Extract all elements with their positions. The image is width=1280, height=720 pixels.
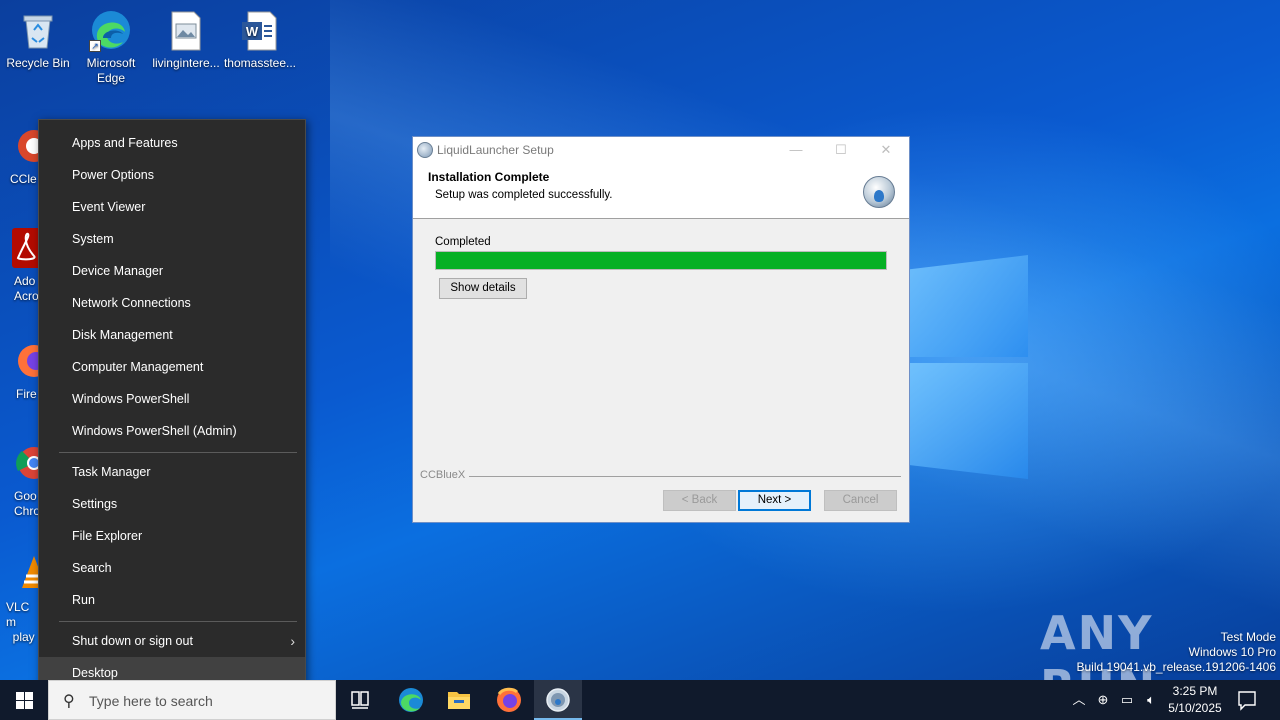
menu-item-windows-powershell[interactable]: Windows PowerShell: [39, 383, 305, 415]
installer-logo-icon: [863, 176, 895, 208]
menu-item-event-viewer[interactable]: Event Viewer: [39, 191, 305, 223]
image-file-icon: [164, 8, 208, 52]
next-button[interactable]: Next >: [738, 490, 811, 511]
volume-button[interactable]: 🔈︎: [1140, 680, 1162, 720]
volume-icon: 🔈︎: [1147, 692, 1155, 707]
menu-item-computer-management[interactable]: Computer Management: [39, 351, 305, 383]
desktop-icon-acrobat[interactable]: Ado Acro: [0, 220, 42, 304]
search-placeholder: Type here to search: [89, 693, 213, 709]
menu-separator: [59, 452, 297, 453]
liquidlauncher-icon: [546, 688, 570, 712]
menu-item-task-manager[interactable]: Task Manager: [39, 456, 305, 488]
clock-date: 5/10/2025: [1168, 701, 1222, 715]
menu-item-disk-management[interactable]: Disk Management: [39, 319, 305, 351]
notification-icon: [1238, 691, 1256, 711]
desktop-icon-label: Fire: [16, 387, 37, 401]
progress-bar: [435, 251, 887, 270]
watermark-line-2: Windows 10 Pro: [1188, 645, 1276, 659]
firefox-icon: [497, 687, 521, 712]
winx-menu: Apps and Features Power Options Event Vi…: [38, 119, 306, 690]
taskbar-edge-button[interactable]: [387, 680, 435, 720]
network-icon: ▭: [1120, 692, 1134, 707]
start-button[interactable]: [0, 680, 48, 720]
desktop-icon-chrome[interactable]: Goo Chro: [0, 435, 50, 519]
desktop-icon-label: Microsoft Edge: [86, 56, 136, 85]
menu-item-network-connections[interactable]: Network Connections: [39, 287, 305, 319]
taskbar: ⚲ Type here to search ︿ ⊕ ▭ 🔈︎ 3:25 PM 5…: [0, 680, 1280, 720]
taskbar-file-explorer-button[interactable]: [435, 680, 483, 720]
edge-icon: [399, 688, 423, 712]
menu-item-device-manager[interactable]: Device Manager: [39, 255, 305, 287]
taskbar-clock[interactable]: 3:25 PM 5/10/2025: [1160, 683, 1230, 717]
watermark-line-1: Test Mode: [1220, 630, 1276, 644]
desktop-icon-label: Ado Acro: [14, 274, 39, 303]
menu-separator: [59, 621, 297, 622]
menu-item-file-explorer[interactable]: File Explorer: [39, 520, 305, 552]
shortcut-arrow-icon: ↗: [89, 40, 101, 52]
show-hidden-icons-button[interactable]: ︿: [1068, 680, 1090, 720]
dialog-titlebar[interactable]: LiquidLauncher Setup — ☐ ✕: [413, 137, 909, 163]
taskbar-search-box[interactable]: ⚲ Type here to search: [48, 680, 336, 720]
chevron-right-icon: ›: [290, 633, 295, 649]
menu-item-run[interactable]: Run: [39, 584, 305, 616]
dialog-header: Installation Complete Setup was complete…: [413, 163, 909, 219]
branding-divider: [421, 476, 901, 477]
ccleaner-icon: [10, 124, 50, 168]
desktop-icon-vlc[interactable]: VLC m play: [0, 546, 46, 645]
edge-icon: ↗: [89, 8, 133, 52]
taskbar-liquidlauncher-button[interactable]: [534, 680, 582, 720]
desktop-icon-ccleaner[interactable]: CCle: [0, 118, 50, 187]
watermark-line-3: Build 19041.vb_release.191206-1406: [1076, 660, 1277, 674]
word-document-icon: W: [238, 8, 282, 52]
file-explorer-icon: [448, 692, 470, 709]
desktop-icon-label: Goo Chro: [14, 489, 41, 518]
taskbar-firefox-button[interactable]: [485, 680, 533, 720]
clock-time: 3:25 PM: [1172, 684, 1218, 698]
progress-fill: [436, 252, 886, 269]
network-button[interactable]: ▭: [1116, 680, 1138, 720]
menu-item-power-options[interactable]: Power Options: [39, 159, 305, 191]
tray-app-icon: ⊕: [1097, 692, 1109, 707]
menu-item-apps-and-features[interactable]: Apps and Features: [39, 127, 305, 159]
desktop-icon-recycle-bin[interactable]: Recycle Bin: [0, 2, 76, 71]
back-button[interactable]: < Back: [663, 490, 736, 511]
desktop-icon-label: VLC m play: [6, 600, 35, 644]
liquidlauncher-icon: [417, 142, 433, 158]
chevron-up-icon: ︿: [1072, 692, 1086, 707]
maximize-button[interactable]: ☐: [818, 137, 864, 163]
test-mode-watermark: Test Mode Windows 10 Pro Build 19041.vb_…: [1077, 630, 1277, 675]
desktop-icon-thomasstee[interactable]: W thomasstee...: [222, 2, 298, 71]
desktop-icon-label: thomasstee...: [223, 56, 297, 70]
branding-text: CCBlueX: [420, 469, 470, 481]
desktop-icon-label: Recycle Bin: [6, 56, 70, 70]
setup-dialog: LiquidLauncher Setup — ☐ ✕ Installation …: [412, 136, 910, 523]
cancel-button[interactable]: Cancel: [824, 490, 897, 511]
menu-item-label: Shut down or sign out: [72, 634, 193, 648]
desktop-icon-firefox[interactable]: Fire: [0, 333, 50, 402]
menu-item-windows-powershell-admin[interactable]: Windows PowerShell (Admin): [39, 415, 305, 447]
desktop-icon-edge[interactable]: ↗ Microsoft Edge: [73, 2, 149, 86]
header-subtitle: Setup was completed successfully.: [435, 189, 613, 201]
task-view-icon: [351, 691, 369, 709]
menu-item-search[interactable]: Search: [39, 552, 305, 584]
progress-label: Completed: [435, 236, 491, 248]
header-title: Installation Complete: [428, 170, 550, 184]
dialog-title: LiquidLauncher Setup: [437, 143, 554, 157]
menu-item-settings[interactable]: Settings: [39, 488, 305, 520]
close-button[interactable]: ✕: [863, 137, 909, 163]
recycle-bin-icon: [16, 8, 60, 52]
menu-item-shut-down-or-sign-out[interactable]: Shut down or sign out ›: [39, 625, 305, 657]
tray-app-icon-button[interactable]: ⊕: [1092, 680, 1114, 720]
menu-item-system[interactable]: System: [39, 223, 305, 255]
desktop-icon-label: livingintere...: [152, 56, 220, 70]
svg-text:W: W: [246, 24, 259, 39]
action-center-button[interactable]: [1234, 680, 1260, 720]
search-icon: ⚲: [63, 693, 75, 710]
show-details-button[interactable]: Show details: [439, 278, 527, 299]
minimize-button[interactable]: —: [773, 137, 819, 163]
desktop-icon-label: CCle: [10, 172, 37, 186]
task-view-button[interactable]: [336, 680, 384, 720]
desktop-icon-livingintere[interactable]: livingintere...: [148, 2, 224, 71]
